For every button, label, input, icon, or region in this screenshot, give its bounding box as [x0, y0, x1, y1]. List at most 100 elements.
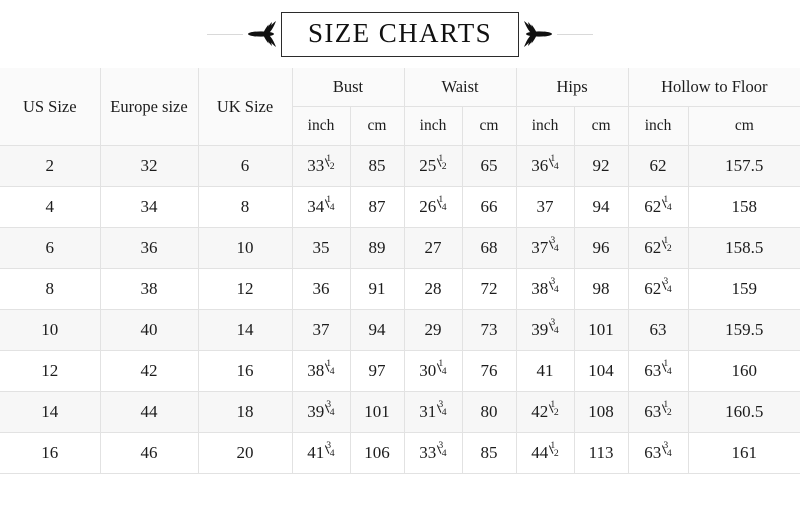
cell-bust-cm: 85 — [349, 145, 405, 187]
cell-waist-cm: 85 — [461, 432, 517, 474]
cell-uk-size: 14 — [197, 309, 293, 351]
table-row: 2 32 6 33 1 2 85 25 1 2 65 36 1 4 92 62 157.5 — [0, 145, 800, 187]
cell-waist-inch: 30 1 4 — [403, 350, 463, 392]
cell-hips-inch: 38 3 4 — [515, 268, 575, 310]
cell-hollow-cm: 161 — [687, 432, 800, 474]
cell-waist-cm: 76 — [461, 350, 517, 392]
cell-bust-inch: 34 1 4 — [291, 186, 351, 228]
cell-hollow-inch: 63 1 4 — [627, 350, 689, 392]
cell-hips-cm: 96 — [573, 227, 629, 269]
cell-hollow-inch: 62 — [627, 145, 689, 187]
cell-bust-cm: 89 — [349, 227, 405, 269]
cell-waist-cm: 73 — [461, 309, 517, 351]
cell-uk-size: 6 — [197, 145, 293, 187]
cell-waist-inch: 25 1 2 — [403, 145, 463, 187]
cell-hollow-inch: 63 1 2 — [627, 391, 689, 433]
cell-bust-cm: 97 — [349, 350, 405, 392]
table-header: US Size Europe size UK Size Bust Waist H… — [0, 68, 800, 146]
title-rule-left — [206, 33, 243, 35]
cell-uk-size: 8 — [197, 186, 293, 228]
cell-hollow-cm: 158 — [687, 186, 800, 228]
cell-waist-cm: 65 — [461, 145, 517, 187]
header-waist-inch: inch — [403, 106, 463, 146]
table-row: 6 36 10 35 89 27 68 37 3 4 96 62 1 2 158.5 — [0, 227, 800, 269]
table-row: 16 46 20 41 3 4 106 33 3 4 85 44 1 2 113 63 3 4 161 — [0, 432, 800, 474]
cell-hollow-inch: 62 1 4 — [627, 186, 689, 228]
cell-europe-size: 40 — [99, 309, 199, 351]
size-chart-page: SIZE CHARTS US Size Europe size UK Size … — [0, 0, 800, 509]
fleuron-ornament-right-icon — [524, 21, 553, 47]
cell-hips-inch: 37 — [515, 186, 575, 228]
cell-waist-cm: 72 — [461, 268, 517, 310]
header-row-groups: US Size Europe size UK Size Bust Waist H… — [0, 68, 800, 146]
cell-hips-inch: 39 3 4 — [515, 309, 575, 351]
header-hips: Hips — [515, 68, 629, 107]
header-waist: Waist — [403, 68, 517, 107]
cell-hollow-cm: 160.5 — [687, 391, 800, 433]
header-uk-size: UK Size — [197, 68, 293, 146]
cell-waist-inch: 26 1 4 — [403, 186, 463, 228]
cell-uk-size: 12 — [197, 268, 293, 310]
cell-hollow-inch: 62 3 4 — [627, 268, 689, 310]
cell-waist-inch: 29 — [403, 309, 463, 351]
table-row: 8 38 12 36 91 28 72 38 3 4 98 62 3 4 159 — [0, 268, 800, 310]
cell-hollow-cm: 157.5 — [687, 145, 800, 187]
cell-uk-size: 16 — [197, 350, 293, 392]
cell-hips-cm: 113 — [573, 432, 629, 474]
cell-hips-inch: 44 1 2 — [515, 432, 575, 474]
cell-hollow-cm: 159.5 — [687, 309, 800, 351]
cell-uk-size: 20 — [197, 432, 293, 474]
size-chart-table-wrapper: US Size Europe size UK Size Bust Waist H… — [0, 68, 800, 474]
cell-bust-cm: 87 — [349, 186, 405, 228]
header-europe-size: Europe size — [99, 68, 199, 146]
table-row: 4 34 8 34 1 4 87 26 1 4 66 37 94 62 1 4 158 — [0, 186, 800, 228]
cell-hollow-inch: 62 1 2 — [627, 227, 689, 269]
cell-hips-inch: 37 3 4 — [515, 227, 575, 269]
cell-us-size: 10 — [0, 309, 101, 351]
cell-hollow-cm: 159 — [687, 268, 800, 310]
header-bust-inch: inch — [292, 106, 351, 146]
cell-us-size: 2 — [0, 145, 101, 187]
cell-us-size: 8 — [0, 268, 101, 310]
table-row: 14 44 18 39 3 4 101 31 3 4 80 42 1 2 108 63 1 2 160.5 — [0, 391, 800, 433]
cell-uk-size: 18 — [197, 391, 293, 433]
cell-bust-inch: 38 1 4 — [291, 350, 351, 392]
header-hollow-to-floor: Hollow to Floor — [627, 68, 800, 107]
cell-hips-inch: 41 — [515, 350, 575, 392]
table-row: 12 42 16 38 1 4 97 30 1 4 76 41 104 63 1 4 160 — [0, 350, 800, 392]
cell-waist-cm: 66 — [461, 186, 517, 228]
cell-waist-inch: 33 3 4 — [403, 432, 463, 474]
cell-waist-cm: 68 — [461, 227, 517, 269]
title-box: SIZE CHARTS — [280, 11, 520, 57]
cell-waist-inch: 27 — [403, 227, 463, 269]
header-hips-inch: inch — [515, 106, 575, 146]
cell-waist-cm: 80 — [461, 391, 517, 433]
cell-hips-inch: 36 1 4 — [515, 145, 575, 187]
header-waist-cm: cm — [461, 106, 517, 146]
cell-hollow-inch: 63 — [627, 309, 689, 351]
cell-us-size: 4 — [0, 186, 101, 228]
cell-europe-size: 46 — [99, 432, 199, 474]
size-chart-table: US Size Europe size UK Size Bust Waist H… — [0, 68, 800, 474]
header-bust-cm: cm — [349, 106, 405, 146]
header-hollow-cm: cm — [687, 106, 800, 146]
cell-hips-cm: 98 — [573, 268, 629, 310]
cell-bust-inch: 36 — [291, 268, 351, 310]
cell-bust-cm: 91 — [349, 268, 405, 310]
header-bust: Bust — [291, 68, 405, 107]
cell-hollow-cm: 158.5 — [687, 227, 800, 269]
cell-hips-cm: 108 — [573, 391, 629, 433]
table-body: 2 32 6 33 1 2 85 25 1 2 65 36 1 4 92 62 157.5 4 34 8 34 1 4 87 2… — [0, 145, 800, 474]
header-hips-cm: cm — [573, 106, 629, 146]
cell-bust-inch: 33 1 2 — [291, 145, 351, 187]
table-row: 10 40 14 37 94 29 73 39 3 4 101 63 159.5 — [0, 309, 800, 351]
header-us-size: US Size — [0, 68, 101, 146]
cell-hollow-cm: 160 — [687, 350, 800, 392]
cell-us-size: 6 — [0, 227, 101, 269]
cell-europe-size: 42 — [99, 350, 199, 392]
cell-hips-cm: 101 — [573, 309, 629, 351]
cell-hips-cm: 104 — [573, 350, 629, 392]
cell-waist-inch: 31 3 4 — [403, 391, 463, 433]
cell-us-size: 12 — [0, 350, 101, 392]
cell-europe-size: 44 — [99, 391, 199, 433]
